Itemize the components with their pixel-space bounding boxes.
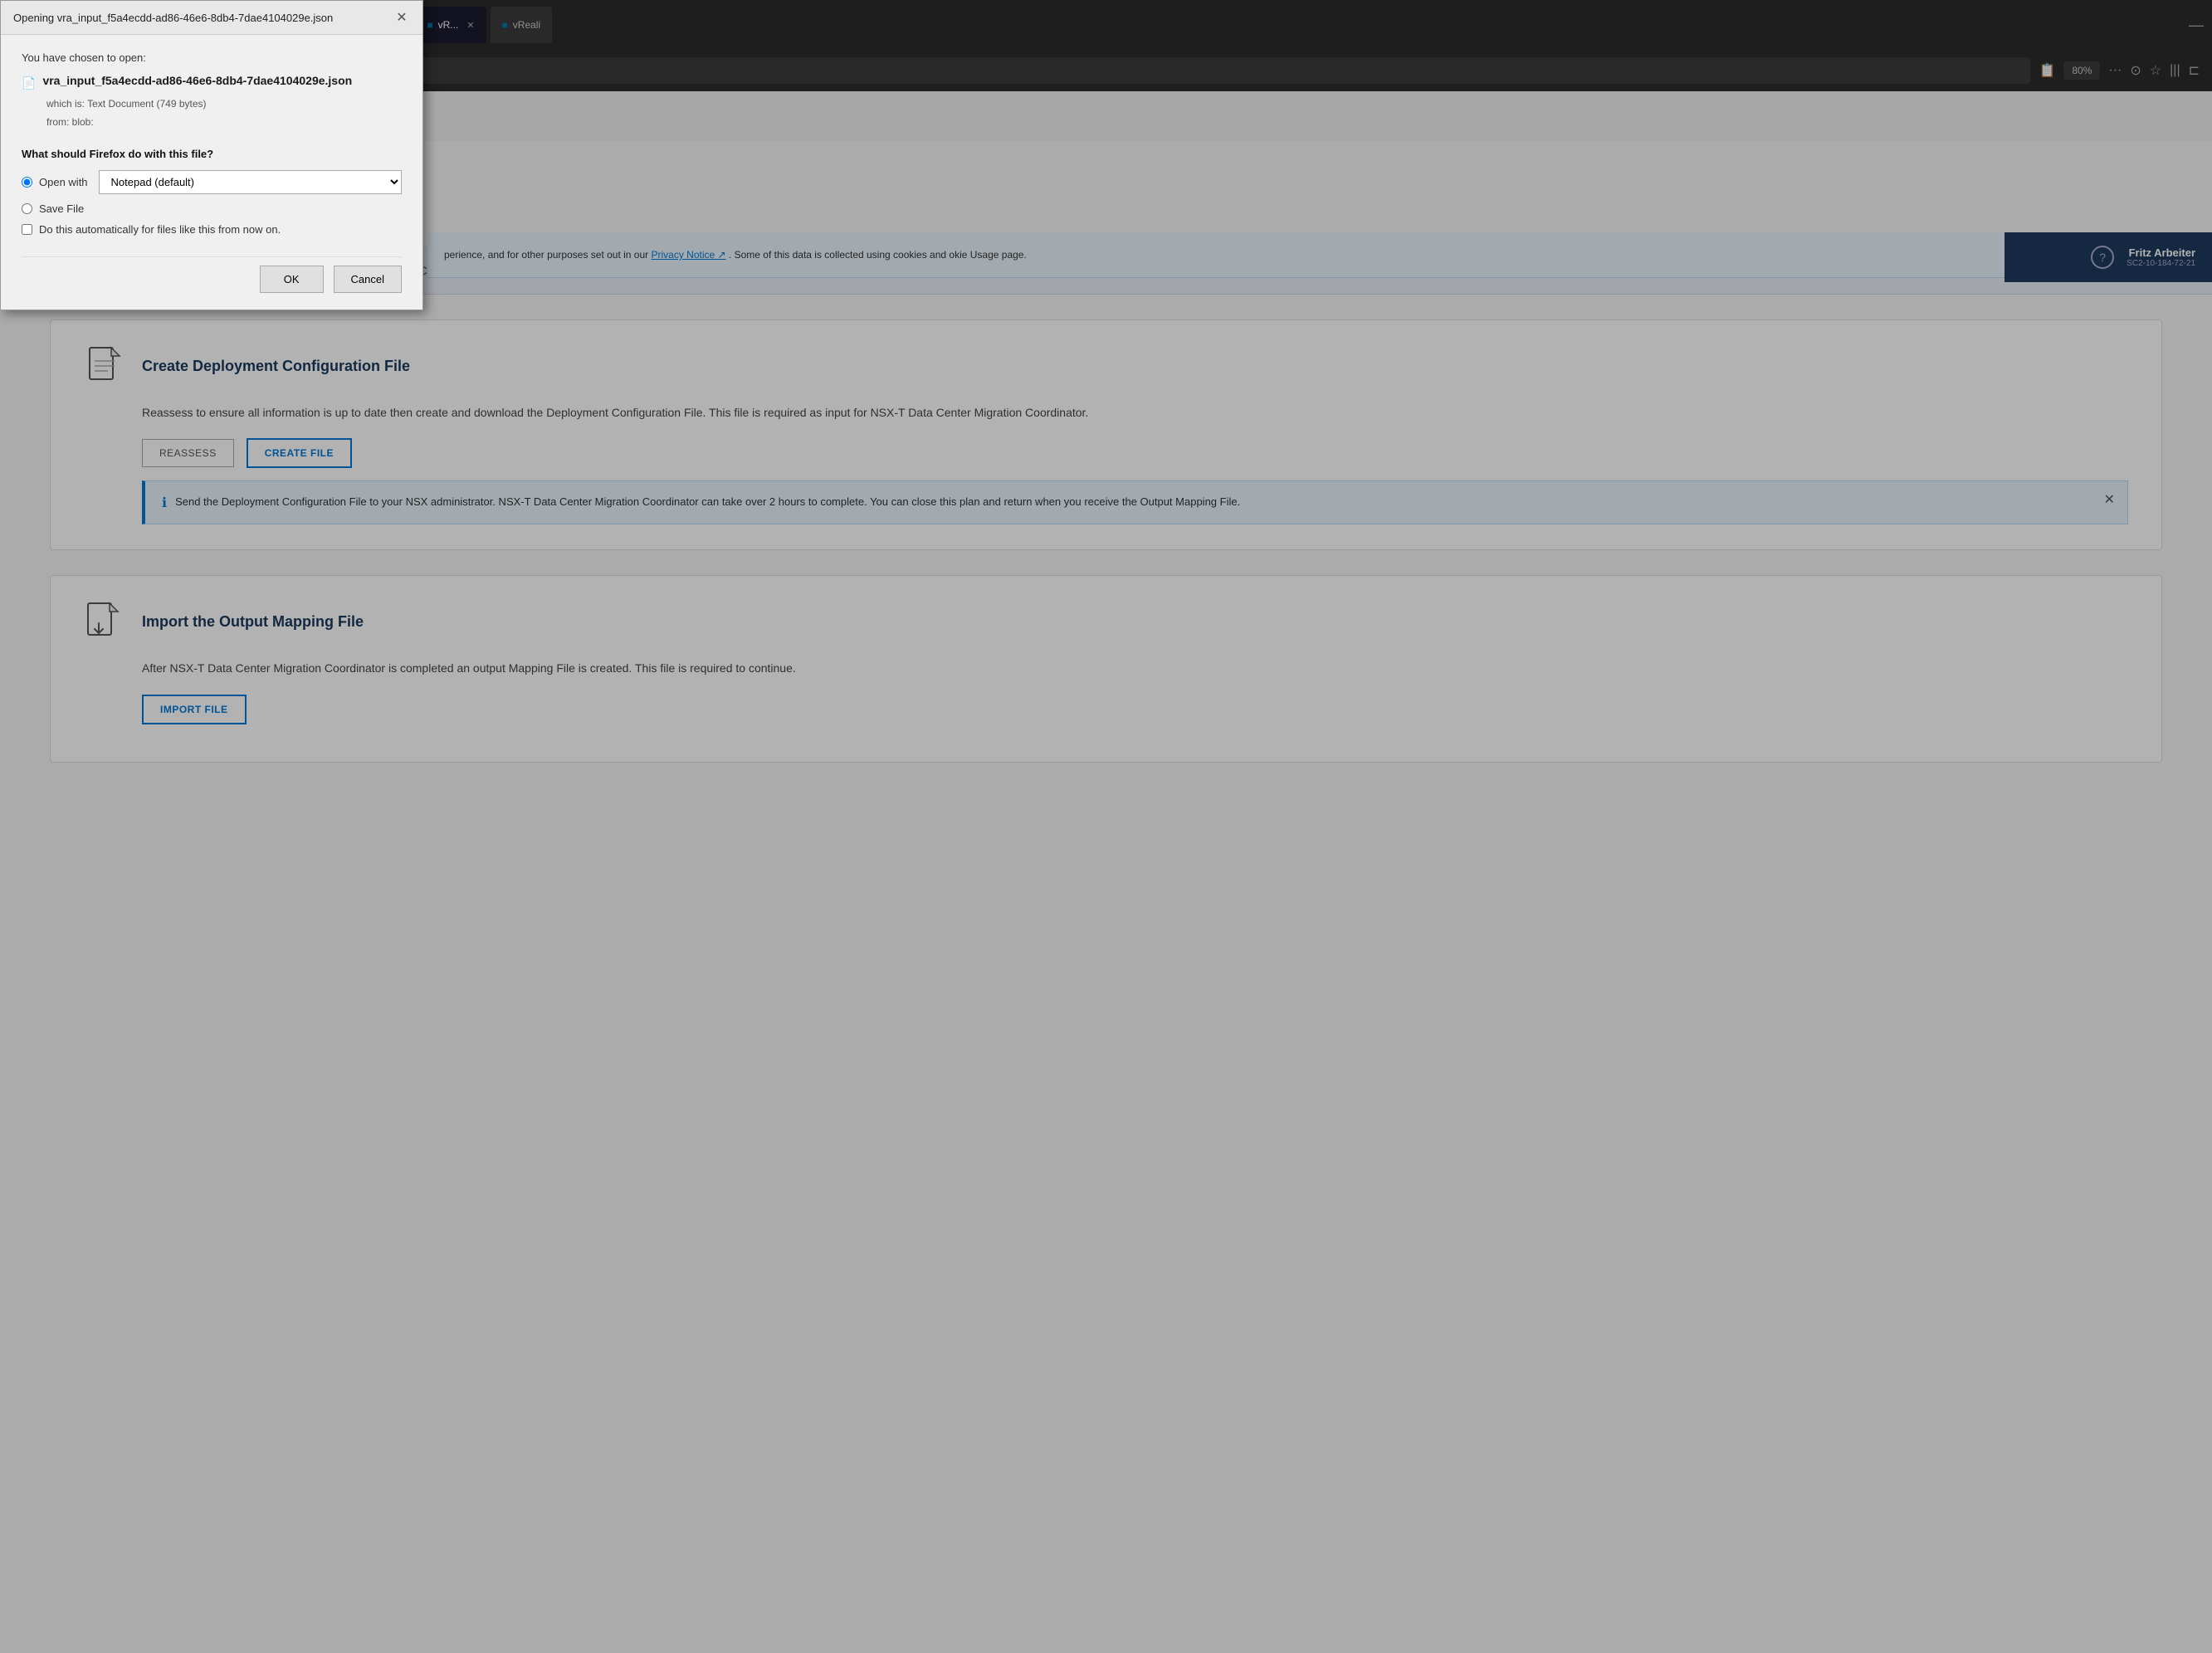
file-icon: 📄	[22, 76, 36, 90]
cancel-button[interactable]: Cancel	[334, 266, 402, 293]
dialog-filename: vra_input_f5a4ecdd-ad86-46e6-8db4-7dae41…	[42, 74, 352, 87]
dialog-meta: which is: Text Document (749 bytes) from…	[46, 95, 402, 131]
dialog-option-save: Save File	[22, 202, 402, 215]
dialog-close-button[interactable]: ✕	[393, 9, 410, 26]
auto-checkbox[interactable]	[22, 224, 32, 235]
save-file-label: Save File	[39, 202, 84, 215]
dialog-auto-checkbox-row: Do this automatically for files like thi…	[22, 223, 402, 236]
dialog-body: You have chosen to open: 📄 vra_input_f5a…	[1, 35, 422, 310]
save-file-radio[interactable]	[22, 203, 32, 214]
dialog-option-open: Open with Notepad (default)	[22, 170, 402, 194]
dialog-titlebar: Opening vra_input_f5a4ecdd-ad86-46e6-8db…	[1, 1, 422, 35]
auto-checkbox-label: Do this automatically for files like thi…	[39, 223, 281, 236]
dialog-intro-text: You have chosen to open:	[22, 51, 402, 64]
file-open-dialog: Opening vra_input_f5a4ecdd-ad86-46e6-8db…	[0, 0, 423, 310]
ok-button[interactable]: OK	[260, 266, 324, 293]
dialog-question: What should Firefox do with this file?	[22, 148, 402, 160]
open-with-label: Open with	[39, 176, 88, 188]
open-with-radio[interactable]	[22, 177, 32, 188]
dialog-title: Opening vra_input_f5a4ecdd-ad86-46e6-8db…	[13, 12, 333, 24]
dialog-from: from: blob:	[46, 114, 402, 132]
dialog-which-is: which is: Text Document (749 bytes)	[46, 95, 402, 114]
app-select[interactable]: Notepad (default)	[99, 170, 402, 194]
dialog-buttons: OK Cancel	[22, 256, 402, 293]
